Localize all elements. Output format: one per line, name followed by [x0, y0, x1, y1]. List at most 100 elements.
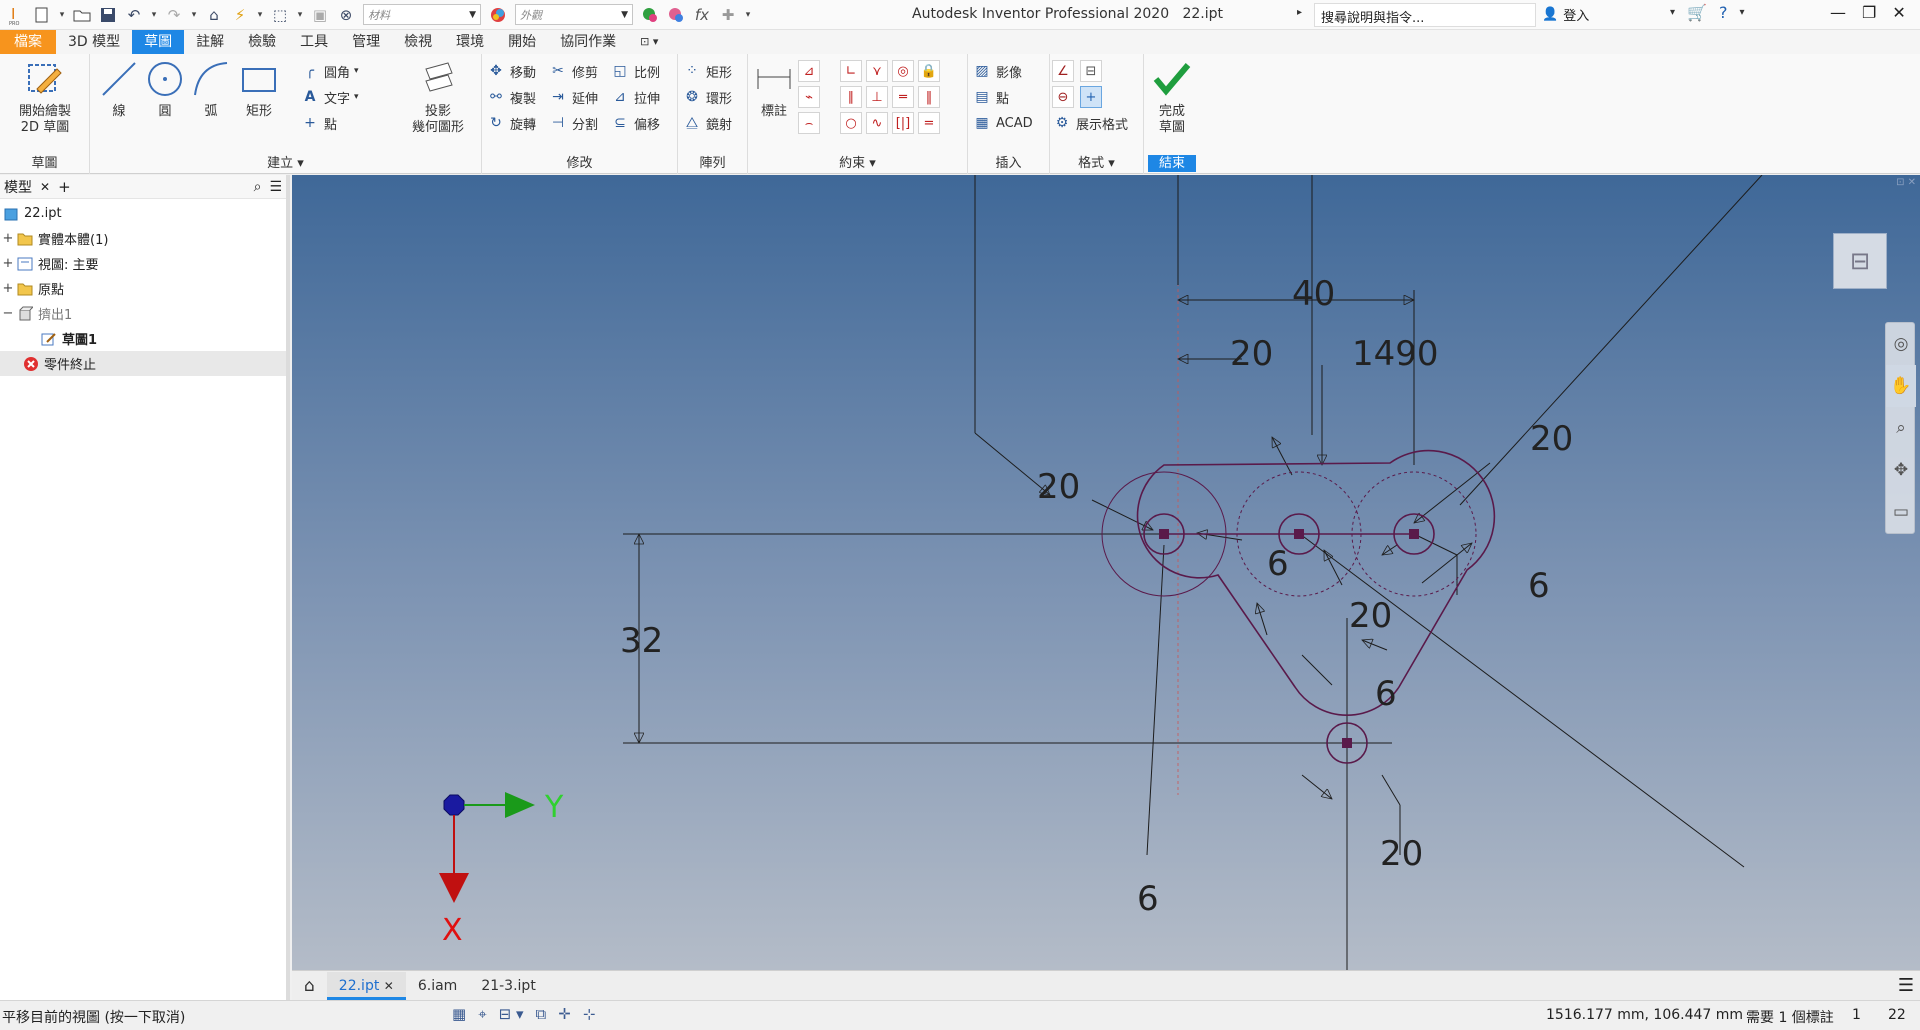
- equal-icon[interactable]: =: [918, 112, 940, 134]
- expand-icon[interactable]: +: [0, 256, 16, 271]
- restore-icon[interactable]: ❐: [1862, 3, 1876, 22]
- tree-item-solid-bodies[interactable]: + 實體本體(1): [0, 226, 286, 251]
- constraint-icon[interactable]: ⊹: [583, 1005, 596, 1023]
- tree-item-end-of-part[interactable]: 零件終止: [0, 351, 286, 376]
- fix-icon[interactable]: 🔒: [918, 60, 940, 82]
- material-icon[interactable]: ⊗: [334, 4, 358, 26]
- help-search-input[interactable]: 搜尋說明與指令...: [1314, 3, 1536, 27]
- minimize-icon[interactable]: —: [1830, 3, 1846, 22]
- inventor-logo-icon[interactable]: I PRO: [4, 4, 28, 26]
- zoom-icon[interactable]: ⌕: [1886, 407, 1916, 449]
- sketch-drawing[interactable]: 40 20 1490 20 20 6 20 6 32 6 20 6 Y X: [292, 175, 1920, 970]
- tree-item-extrusion[interactable]: − 擠出1: [0, 301, 286, 326]
- close-icon[interactable]: ✕: [1892, 3, 1905, 22]
- dim-20-right[interactable]: 20: [1530, 419, 1573, 459]
- points-button[interactable]: ▤ 點: [972, 86, 1009, 108]
- show-constraints-icon[interactable]: ⌁: [798, 86, 820, 108]
- dim-6-center[interactable]: 6: [1267, 544, 1289, 584]
- dim-20-bottom[interactable]: 20: [1380, 834, 1423, 874]
- doc-tab-22-ipt[interactable]: 22.ipt ✕: [326, 971, 406, 1000]
- collinear-icon[interactable]: ⋎: [866, 60, 888, 82]
- update-dropdown-icon[interactable]: ▾: [254, 10, 266, 20]
- ribbon-options-icon[interactable]: ⊡ ▾: [628, 30, 670, 54]
- home-icon[interactable]: ⌂: [202, 4, 226, 26]
- move-button[interactable]: ✥ 移動: [486, 60, 536, 82]
- customize-dropdown-icon[interactable]: ▾: [742, 10, 754, 20]
- plus-icon[interactable]: ✚: [716, 4, 740, 26]
- coincident-icon[interactable]: ∟: [840, 60, 862, 82]
- browser-add-icon[interactable]: +: [58, 178, 71, 196]
- tree-item-sketch[interactable]: 草圖1: [0, 326, 286, 351]
- clear-appearance-icon[interactable]: [664, 4, 688, 26]
- center-point-icon[interactable]: +: [1080, 86, 1102, 108]
- sketch-geometry[interactable]: [1136, 449, 1496, 764]
- tab-tools[interactable]: 工具: [288, 30, 340, 54]
- dim-6-right[interactable]: 6: [1528, 566, 1550, 606]
- tab-sketch[interactable]: 草圖: [132, 30, 185, 54]
- browser-title[interactable]: 模型: [4, 177, 32, 197]
- graphics-window[interactable]: 40 20 1490 20 20 6 20 6 32 6 20 6 Y X ⊡ …: [292, 175, 1920, 970]
- tab-file[interactable]: 檔案: [0, 30, 56, 54]
- start-2d-sketch-button[interactable]: 開始繪製 2D 草圖: [8, 58, 82, 136]
- fillet-button[interactable]: ╭ 圓角 ▾: [300, 60, 359, 82]
- arc-button[interactable]: 弧: [190, 58, 232, 120]
- extend-button[interactable]: ⇥ 延伸: [548, 86, 598, 108]
- dim-1490[interactable]: 1490: [1352, 334, 1439, 374]
- collapse-icon[interactable]: −: [0, 306, 16, 321]
- material-combo[interactable]: 材料 ▼: [363, 4, 481, 25]
- copy-button[interactable]: ⚯ 複製: [486, 86, 536, 108]
- update-icon[interactable]: ⚡: [228, 4, 252, 26]
- rectangle-button[interactable]: 矩形: [236, 58, 282, 120]
- relax-mode-icon[interactable]: ⌢: [798, 112, 820, 134]
- dim-20-left[interactable]: 20: [1037, 467, 1080, 507]
- perpendicular-icon[interactable]: ⊥: [866, 86, 888, 108]
- parallel-icon[interactable]: ∥: [840, 86, 862, 108]
- dim-6-lower[interactable]: 6: [1375, 674, 1397, 714]
- auto-dimension-icon[interactable]: ⊿: [798, 60, 820, 82]
- dim-20-top[interactable]: 20: [1230, 334, 1273, 374]
- dim-20-center[interactable]: 20: [1349, 596, 1392, 636]
- tree-item-part[interactable]: 22.ipt: [0, 201, 286, 226]
- pan-icon[interactable]: ✋: [1886, 365, 1916, 407]
- doc-tabs-menu-icon[interactable]: ☰: [1898, 975, 1920, 996]
- slice-icon[interactable]: ⧉: [536, 1005, 547, 1023]
- steering-wheel-icon[interactable]: ◎: [1886, 323, 1916, 365]
- browser-menu-icon[interactable]: ☰: [269, 179, 282, 195]
- panel-title-format[interactable]: 格式 ▾: [1050, 155, 1143, 172]
- construction-icon[interactable]: ∠: [1052, 60, 1074, 82]
- search-expand-icon[interactable]: ▸: [1297, 7, 1302, 18]
- tab-3d-model[interactable]: 3D 模型: [56, 30, 132, 54]
- redo-icon[interactable]: ↷: [162, 4, 186, 26]
- cart-icon[interactable]: 🛒: [1687, 3, 1707, 22]
- user-dropdown-icon[interactable]: ▾: [1670, 7, 1675, 18]
- measure-icon[interactable]: ⊟ ▾: [499, 1005, 524, 1023]
- tab-get-started[interactable]: 開始: [496, 30, 548, 54]
- properties-icon[interactable]: ▣: [308, 4, 332, 26]
- open-folder-icon[interactable]: [70, 4, 94, 26]
- tree-item-origin[interactable]: + 原點: [0, 276, 286, 301]
- close-tab-icon[interactable]: ✕: [384, 979, 394, 993]
- expand-icon[interactable]: +: [0, 281, 16, 296]
- new-file-icon[interactable]: [30, 4, 54, 26]
- doc-tab-6-iam[interactable]: 6.iam: [406, 972, 469, 1000]
- finish-sketch-button[interactable]: 完成 草圖: [1148, 58, 1196, 136]
- concentric-icon[interactable]: ◎: [892, 60, 914, 82]
- undo-icon[interactable]: ↶: [122, 4, 146, 26]
- tab-collaborate[interactable]: 協同作業: [548, 30, 628, 54]
- redo-dropdown-icon[interactable]: ▾: [188, 10, 200, 20]
- vertical-icon[interactable]: ‖: [918, 86, 940, 108]
- dim-40[interactable]: 40: [1292, 274, 1335, 314]
- appearance-combo[interactable]: 外觀 ▼: [515, 4, 633, 25]
- dim-32[interactable]: 32: [620, 621, 663, 661]
- text-button[interactable]: A 文字 ▾: [300, 86, 359, 108]
- tab-annotate[interactable]: 註解: [184, 30, 236, 54]
- split-button[interactable]: ⊣ 分割: [548, 112, 598, 134]
- appearance-icon[interactable]: [486, 4, 510, 26]
- dof-icon[interactable]: ✛: [558, 1005, 571, 1023]
- tab-view[interactable]: 檢視: [392, 30, 444, 54]
- rect-pattern-button[interactable]: ⁘ 矩形: [682, 60, 732, 82]
- undo-dropdown-icon[interactable]: ▾: [148, 10, 160, 20]
- circular-pattern-button[interactable]: ❂ 環形: [682, 86, 732, 108]
- formula-icon[interactable]: fx: [690, 4, 714, 26]
- look-at-icon[interactable]: ▭: [1886, 491, 1916, 533]
